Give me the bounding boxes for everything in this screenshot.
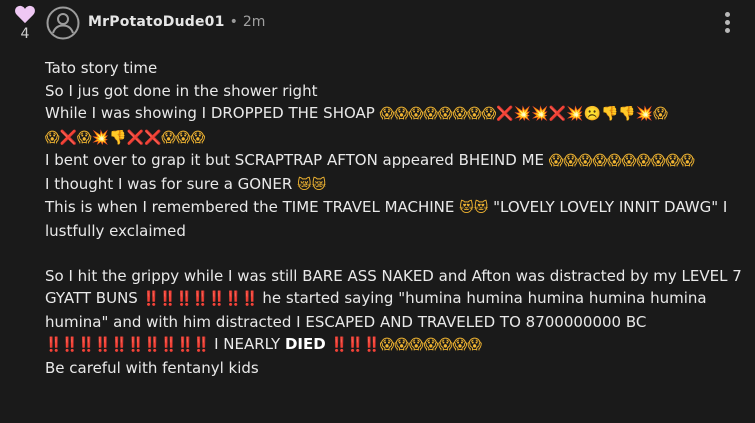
post-line: 😱❌😱💥👎❌❌😱😱😱 — [45, 126, 745, 150]
double-exclamation-emoji-icon: ‼️‼️‼️ — [330, 337, 380, 353]
timestamp: 2m — [242, 14, 266, 30]
scream-emoji-icon: 😱 — [77, 129, 92, 146]
post-text: I NEARLY — [209, 335, 285, 353]
thumbs-down-emoji-icon: 👎 — [109, 129, 127, 146]
user-avatar-icon[interactable] — [46, 6, 80, 40]
double-exclamation-emoji-icon: ‼️‼️‼️‼️‼️‼️‼️‼️‼️‼️ — [45, 337, 210, 353]
post-line: So I jus got done in the shower right — [45, 81, 318, 100]
collision-emoji-icon: 💥 — [91, 129, 110, 146]
post-header: MrPotatoDude01 • 2m — [88, 14, 265, 30]
scream-emoji-icon: 😱 — [653, 106, 668, 122]
post-text: While I was showing I DROPPED THE SHOAP — [45, 104, 380, 122]
scream-emoji-icon: 😱😱😱 — [161, 129, 206, 146]
post-line: Be careful with fentanyl kids — [45, 358, 259, 377]
post-line: This is when I remembered the TIME TRAVE… — [45, 196, 745, 242]
heart-eyes-cat-emoji-icon: 😻😻 — [459, 200, 489, 216]
scream-emoji-icon: 😱😱😱😱😱😱😱😱😱😱 — [548, 153, 695, 169]
more-vertical-icon[interactable] — [719, 12, 735, 36]
crying-cat-emoji-icon: 😿😿 — [297, 176, 327, 193]
frown-emoji-icon: ☹️ — [583, 106, 601, 122]
separator-dot: • — [229, 14, 238, 30]
post-line: While I was showing I DROPPED THE SHOAP … — [45, 102, 745, 126]
post-line: I thought I was for sure a GONER 😿😿 — [45, 173, 745, 197]
post-line: I bent over to grap it but SCRAPTRAP AFT… — [45, 149, 745, 173]
post-text: I bent over to grap it but SCRAPTRAP AFT… — [45, 151, 549, 169]
like-count: 4 — [20, 26, 30, 42]
post-body: Tato story time So I jus got done in the… — [45, 57, 745, 379]
cross-emoji-icon: ❌❌ — [126, 129, 162, 146]
cross-collision-emoji-icon: ❌💥💥❌💥 — [496, 106, 584, 122]
scream-emoji-icon: 😱😱😱😱😱😱😱 — [379, 337, 482, 353]
like-control[interactable]: 4 — [13, 4, 37, 42]
cross-emoji-icon: ❌ — [59, 129, 78, 146]
post-line: So I hit the grippy while I was still BA… — [45, 265, 745, 334]
username[interactable]: MrPotatoDude01 — [88, 14, 225, 30]
scream-emoji-icon: 😱 — [45, 129, 60, 146]
post-text: I thought I was for sure a GONER — [45, 174, 298, 193]
double-exclamation-emoji-icon: ‼️‼️‼️‼️‼️‼️‼️ — [142, 291, 259, 307]
post-line: Tato story time — [45, 59, 158, 77]
heart-icon[interactable] — [13, 4, 37, 24]
post-text: This is when I remembered the TIME TRAVE… — [45, 198, 460, 216]
post-line: ‼️‼️‼️‼️‼️‼️‼️‼️‼️‼️ I NEARLY DIED ‼️‼️‼… — [45, 333, 745, 357]
comment-post: 4 MrPotatoDude01 • 2m Tato story time So… — [0, 0, 755, 423]
scream-emoji-icon: 😱😱😱😱😱😱😱😱 — [379, 106, 497, 122]
post-bold-text: DIED — [284, 335, 326, 353]
collision-emoji-icon: 💥 — [635, 106, 654, 122]
thumbs-down-emoji-icon: 👎👎 — [600, 106, 636, 122]
